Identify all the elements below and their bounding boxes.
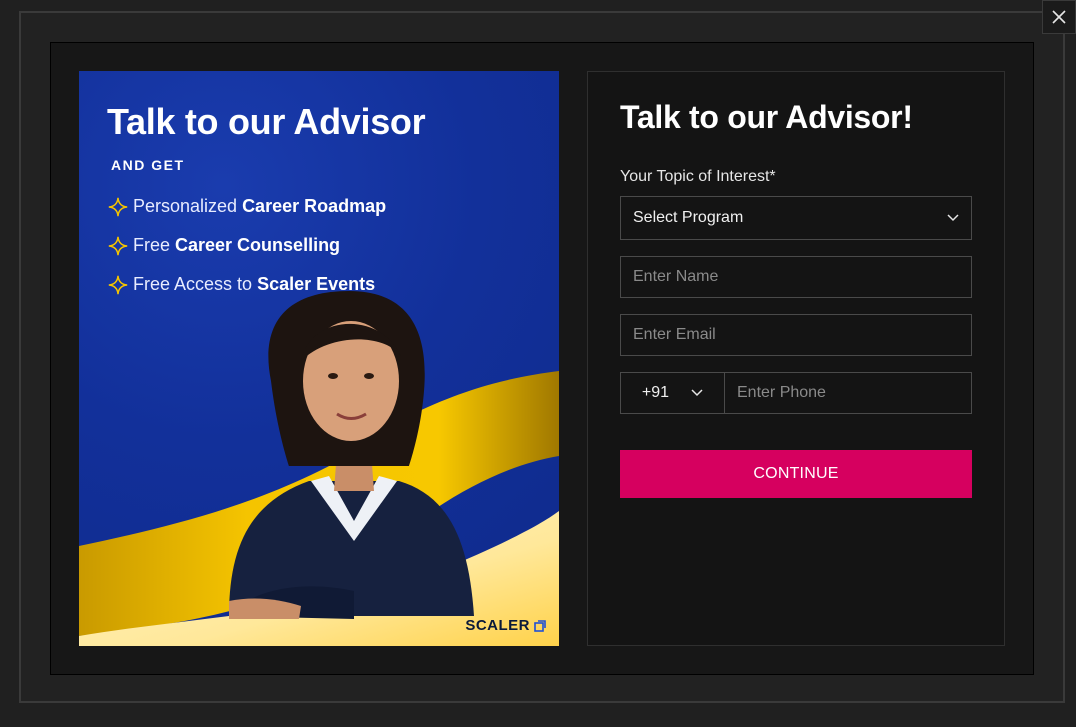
sparkle-icon bbox=[108, 197, 128, 216]
phone-field[interactable] bbox=[725, 372, 972, 414]
continue-button[interactable]: CONTINUE bbox=[620, 450, 972, 498]
scaler-logo-text: SCALER bbox=[465, 617, 530, 634]
benefit-prefix: Free bbox=[133, 235, 171, 255]
benefit-highlight: Scaler Events bbox=[257, 274, 376, 294]
chevron-down-icon bbox=[691, 389, 703, 397]
benefit-highlight: Career Counselling bbox=[175, 235, 341, 255]
sparkle-icon bbox=[108, 236, 128, 255]
name-field[interactable] bbox=[620, 256, 972, 298]
close-button[interactable] bbox=[1042, 0, 1076, 34]
country-code-select[interactable]: +91 bbox=[620, 372, 725, 414]
name-input[interactable] bbox=[621, 257, 971, 297]
benefits-list: Personalized Career Roadmap Free Career Co… bbox=[107, 187, 386, 304]
benefit-item: Free Access to Scaler Events bbox=[107, 265, 386, 304]
scaler-logo: SCALER bbox=[465, 617, 546, 634]
email-input[interactable] bbox=[621, 315, 971, 355]
benefit-item: Free Career Counselling bbox=[107, 226, 386, 265]
program-select[interactable]: Select Program bbox=[620, 196, 972, 240]
close-icon bbox=[1052, 10, 1066, 24]
scaler-logo-icon bbox=[534, 619, 546, 632]
phone-input[interactable] bbox=[725, 373, 971, 413]
benefit-prefix: Personalized bbox=[133, 196, 238, 216]
program-select-value: Select Program bbox=[633, 209, 744, 226]
phone-row: +91 bbox=[620, 372, 972, 414]
benefit-item: Personalized Career Roadmap bbox=[107, 187, 386, 226]
form-title: Talk to our Advisor! bbox=[620, 99, 913, 135]
advisor-form: Talk to our Advisor! Your Topic of Inter… bbox=[587, 71, 1005, 646]
banner-subtitle: AND GET bbox=[111, 157, 185, 173]
email-field[interactable] bbox=[620, 314, 972, 356]
benefit-prefix: Free Access to bbox=[133, 274, 253, 294]
chevron-down-icon bbox=[947, 214, 959, 222]
banner-title: Talk to our Advisor bbox=[107, 101, 426, 142]
promo-banner: Talk to our Advisor AND GET Personalized… bbox=[79, 71, 559, 646]
topic-label: Your Topic of Interest* bbox=[620, 168, 776, 185]
sparkle-icon bbox=[108, 275, 128, 294]
country-code-value: +91 bbox=[641, 384, 670, 401]
benefit-highlight: Career Roadmap bbox=[242, 196, 387, 216]
